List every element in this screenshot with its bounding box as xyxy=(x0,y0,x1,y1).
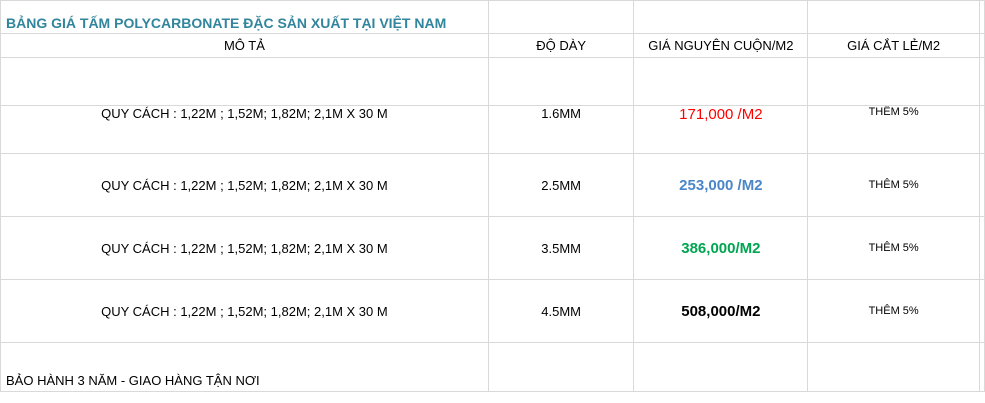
row-cut-price[interactable]: THÊM 5% xyxy=(807,279,980,343)
header-row: MÔ TẢ ĐỘ DÀY GIÁ NGUYÊN CUỘN/M2 GIÁ CẮT … xyxy=(0,33,985,58)
empty-cell[interactable] xyxy=(978,342,985,392)
header-description[interactable]: MÔ TẢ xyxy=(0,33,489,58)
table-row: QUY CÁCH : 1,22M ; 1,52M; 1,82M; 2,1M X … xyxy=(0,153,985,217)
footer-row: BẢO HÀNH 3 NĂM - GIAO HÀNG TẬN NƠI xyxy=(0,342,985,392)
table-row: QUY CÁCH : 1,22M ; 1,52M; 1,82M; 2,1M X … xyxy=(0,279,985,343)
empty-cell[interactable] xyxy=(807,342,980,392)
header-cut-price[interactable]: GIÁ CẮT LẺ/M2 xyxy=(807,33,980,58)
row-cut-price[interactable]: THÊM 5% xyxy=(807,105,980,154)
empty-cell[interactable] xyxy=(978,279,985,343)
empty-cell[interactable] xyxy=(487,57,635,106)
row-cut-price[interactable]: THÊM 5% xyxy=(807,153,980,217)
row-price[interactable]: 253,000 /M2 xyxy=(633,153,809,217)
header-roll-price[interactable]: GIÁ NGUYÊN CUỘN/M2 xyxy=(633,33,809,58)
empty-cell[interactable] xyxy=(487,342,635,392)
empty-cell[interactable] xyxy=(978,0,985,34)
empty-cell[interactable] xyxy=(978,33,985,58)
footer-note[interactable]: BẢO HÀNH 3 NĂM - GIAO HÀNG TẬN NƠI xyxy=(0,342,489,392)
empty-cell[interactable] xyxy=(978,105,985,154)
row-description[interactable]: QUY CÁCH : 1,22M ; 1,52M; 1,82M; 2,1M X … xyxy=(0,216,489,280)
spacer-row xyxy=(0,57,985,106)
row-price[interactable]: 386,000/M2 xyxy=(633,216,809,280)
empty-cell[interactable] xyxy=(487,0,635,34)
row-thickness[interactable]: 4.5MM xyxy=(487,279,635,343)
row-cut-price[interactable]: THÊM 5% xyxy=(807,216,980,280)
row-thickness[interactable]: 1.6MM xyxy=(487,105,635,154)
row-description[interactable]: QUY CÁCH : 1,22M ; 1,52M; 1,82M; 2,1M X … xyxy=(0,105,489,154)
empty-cell[interactable] xyxy=(978,57,985,106)
empty-cell[interactable] xyxy=(978,153,985,217)
row-description[interactable]: QUY CÁCH : 1,22M ; 1,52M; 1,82M; 2,1M X … xyxy=(0,153,489,217)
table-title[interactable]: BẢNG GIÁ TẤM POLYCARBONATE ĐẶC SẢN XUẤT … xyxy=(0,0,489,34)
header-thickness[interactable]: ĐỘ DÀY xyxy=(487,33,635,58)
price-table: BẢNG GIÁ TẤM POLYCARBONATE ĐẶC SẢN XUẤT … xyxy=(0,0,985,392)
row-description[interactable]: QUY CÁCH : 1,22M ; 1,52M; 1,82M; 2,1M X … xyxy=(0,279,489,343)
row-price[interactable]: 171,000 /M2 xyxy=(633,105,809,154)
row-price[interactable]: 508,000/M2 xyxy=(633,279,809,343)
title-row: BẢNG GIÁ TẤM POLYCARBONATE ĐẶC SẢN XUẤT … xyxy=(0,0,985,34)
empty-cell[interactable] xyxy=(633,0,809,34)
table-row: QUY CÁCH : 1,22M ; 1,52M; 1,82M; 2,1M X … xyxy=(0,105,985,154)
row-thickness[interactable]: 2.5MM xyxy=(487,153,635,217)
empty-cell[interactable] xyxy=(978,216,985,280)
empty-cell[interactable] xyxy=(633,57,809,106)
empty-cell[interactable] xyxy=(807,57,980,106)
empty-cell[interactable] xyxy=(633,342,809,392)
empty-cell[interactable] xyxy=(0,57,489,106)
spreadsheet: BẢNG GIÁ TẤM POLYCARBONATE ĐẶC SẢN XUẤT … xyxy=(0,0,985,403)
table-row: QUY CÁCH : 1,22M ; 1,52M; 1,82M; 2,1M X … xyxy=(0,216,985,280)
row-thickness[interactable]: 3.5MM xyxy=(487,216,635,280)
empty-cell[interactable] xyxy=(807,0,980,34)
